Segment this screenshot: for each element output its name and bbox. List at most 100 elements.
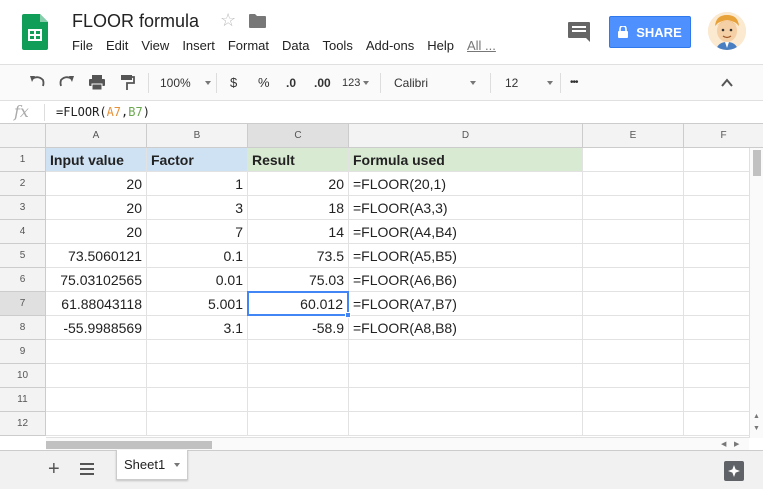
cell-e2[interactable] — [583, 172, 684, 196]
cell-c1[interactable]: Result — [248, 148, 349, 172]
cell-d9[interactable] — [349, 340, 583, 364]
cell-b12[interactable] — [147, 412, 248, 436]
cell-d1[interactable]: Formula used — [349, 148, 583, 172]
row-header-4[interactable]: 4 — [0, 220, 46, 244]
cell-b8[interactable]: 3.1 — [147, 316, 248, 340]
all-changes-link[interactable]: All ... — [467, 38, 496, 56]
row-header-5[interactable]: 5 — [0, 244, 46, 268]
cell-d6[interactable]: =FLOOR(A6,B6) — [349, 268, 583, 292]
cell-b7[interactable]: 5.001 — [147, 292, 248, 316]
scroll-left-arrow-icon[interactable]: ◀ — [721, 440, 726, 448]
share-button[interactable]: SHARE — [609, 16, 691, 48]
scroll-right-arrow-icon[interactable]: ▶ — [734, 440, 739, 448]
menu-edit[interactable]: Edit — [106, 38, 128, 56]
user-avatar[interactable] — [708, 12, 746, 50]
cell-a1[interactable]: Input value — [46, 148, 147, 172]
menu-help[interactable]: Help — [427, 38, 454, 56]
row-header-10[interactable]: 10 — [0, 364, 46, 388]
font-select[interactable]: Calibri — [394, 65, 476, 100]
formula-input[interactable]: =FLOOR(A7,B7) — [56, 105, 150, 119]
more-tools-button[interactable]: ••• — [570, 65, 578, 100]
cell-a7[interactable]: 61.88043118 — [46, 292, 147, 316]
column-header-e[interactable]: E — [583, 124, 684, 148]
column-header-d[interactable]: D — [349, 124, 583, 148]
sheet-tab[interactable]: Sheet1 — [116, 450, 188, 480]
increase-decimal-button[interactable]: .00 — [314, 65, 331, 100]
cell-c5[interactable]: 73.5 — [248, 244, 349, 268]
row-header-12[interactable]: 12 — [0, 412, 46, 436]
cell-d10[interactable] — [349, 364, 583, 388]
cell-b11[interactable] — [147, 388, 248, 412]
explore-icon[interactable] — [724, 461, 744, 481]
redo-icon[interactable] — [58, 65, 76, 100]
cell-a10[interactable] — [46, 364, 147, 388]
cell-b2[interactable]: 1 — [147, 172, 248, 196]
cell-e9[interactable] — [583, 340, 684, 364]
row-header-6[interactable]: 6 — [0, 268, 46, 292]
font-size-select[interactable]: 12 — [505, 65, 553, 100]
menu-insert[interactable]: Insert — [182, 38, 215, 56]
cell-d11[interactable] — [349, 388, 583, 412]
cell-a5[interactable]: 73.5060121 — [46, 244, 147, 268]
cell-a6[interactable]: 75.03102565 — [46, 268, 147, 292]
cell-c6[interactable]: 75.03 — [248, 268, 349, 292]
horizontal-scrollbar[interactable]: ◀ ▶ — [46, 437, 749, 450]
column-header-b[interactable]: B — [147, 124, 248, 148]
decrease-decimal-button[interactable]: .0 — [286, 65, 296, 100]
vertical-scroll-thumb[interactable] — [753, 150, 761, 176]
cell-d12[interactable] — [349, 412, 583, 436]
cell-c11[interactable] — [248, 388, 349, 412]
row-header-3[interactable]: 3 — [0, 196, 46, 220]
cell-e11[interactable] — [583, 388, 684, 412]
cell-d5[interactable]: =FLOOR(A5,B5) — [349, 244, 583, 268]
cell-d4[interactable]: =FLOOR(A4,B4) — [349, 220, 583, 244]
print-icon[interactable] — [88, 65, 106, 100]
column-header-a[interactable]: A — [46, 124, 147, 148]
cell-e7[interactable] — [583, 292, 684, 316]
cell-a12[interactable] — [46, 412, 147, 436]
cell-a3[interactable]: 20 — [46, 196, 147, 220]
horizontal-scroll-thumb[interactable] — [46, 441, 212, 449]
percent-format-button[interactable]: % — [258, 65, 270, 100]
folder-icon[interactable] — [249, 14, 266, 28]
cell-c7-active[interactable]: 60.012 — [247, 291, 349, 316]
cell-c3[interactable]: 18 — [248, 196, 349, 220]
paint-format-icon[interactable] — [118, 65, 136, 100]
fill-handle[interactable] — [345, 312, 351, 318]
row-header-7[interactable]: 7 — [0, 292, 46, 316]
sheet-tab-chevron-icon[interactable] — [174, 462, 181, 467]
currency-format-button[interactable]: $ — [230, 65, 237, 100]
menu-add-ons[interactable]: Add-ons — [366, 38, 414, 56]
zoom-select[interactable]: 100% — [160, 65, 211, 100]
more-formats-select[interactable]: 123 — [342, 65, 370, 100]
cell-c10[interactable] — [248, 364, 349, 388]
cell-d3[interactable]: =FLOOR(A3,3) — [349, 196, 583, 220]
cell-e4[interactable] — [583, 220, 684, 244]
star-icon[interactable]: ☆ — [220, 10, 236, 31]
menu-view[interactable]: View — [141, 38, 169, 56]
cell-c4[interactable]: 14 — [248, 220, 349, 244]
vertical-scrollbar[interactable]: ▲ ▼ — [749, 148, 763, 438]
cell-b10[interactable] — [147, 364, 248, 388]
cell-c8[interactable]: -58.9 — [248, 316, 349, 340]
scroll-up-arrow-icon[interactable]: ▲ — [753, 413, 760, 420]
cell-b4[interactable]: 7 — [147, 220, 248, 244]
column-header-f[interactable]: F — [684, 124, 763, 148]
cell-a11[interactable] — [46, 388, 147, 412]
row-header-11[interactable]: 11 — [0, 388, 46, 412]
cell-e8[interactable] — [583, 316, 684, 340]
cell-d8[interactable]: =FLOOR(A8,B8) — [349, 316, 583, 340]
cell-e1[interactable] — [583, 148, 684, 172]
column-header-c[interactable]: C — [248, 124, 349, 148]
add-sheet-plus-icon[interactable]: + — [48, 458, 60, 481]
cell-e10[interactable] — [583, 364, 684, 388]
row-header-9[interactable]: 9 — [0, 340, 46, 364]
cell-a8[interactable]: -55.9988569 — [46, 316, 147, 340]
comment-icon[interactable] — [568, 22, 590, 42]
cell-b3[interactable]: 3 — [147, 196, 248, 220]
cell-b6[interactable]: 0.01 — [147, 268, 248, 292]
select-all-corner[interactable] — [0, 124, 46, 148]
cell-b9[interactable] — [147, 340, 248, 364]
cell-e3[interactable] — [583, 196, 684, 220]
sheets-logo-icon[interactable] — [22, 14, 48, 50]
